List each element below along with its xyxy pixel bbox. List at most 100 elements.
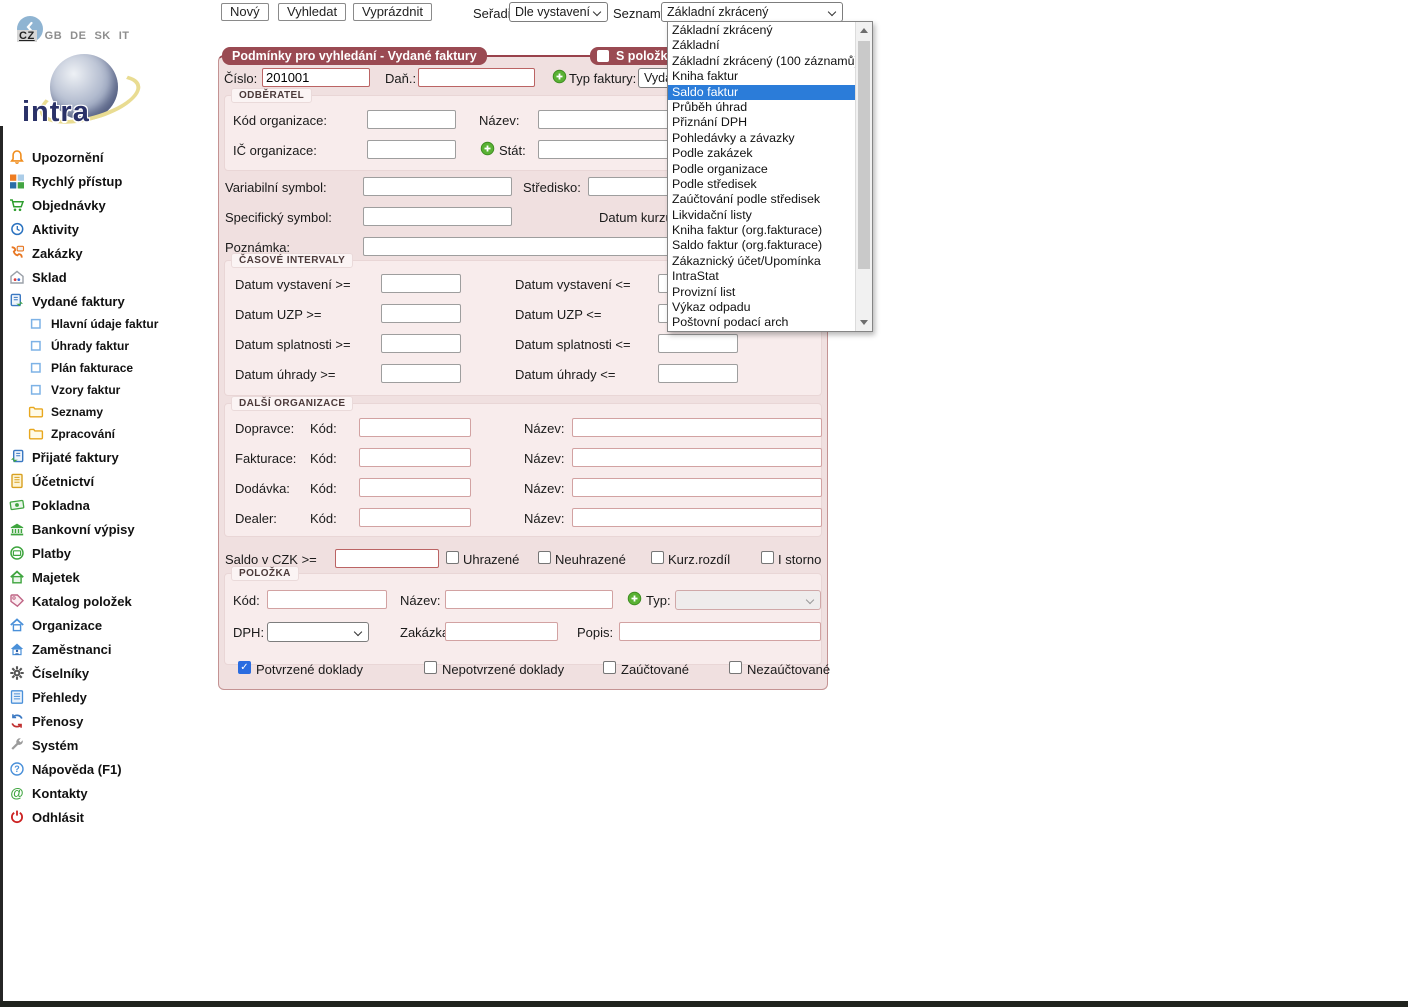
- sidebar-item[interactable]: Přenosy: [6, 709, 212, 733]
- variabilni-symbol-input[interactable]: [363, 177, 512, 196]
- sidebar-item[interactable]: Zpracování: [6, 423, 212, 445]
- zauctovane-checkbox[interactable]: [603, 661, 616, 674]
- sidebar-item[interactable]: ? Nápověda (F1): [6, 757, 212, 781]
- sidebar-item[interactable]: Zaměstnanci: [6, 637, 212, 661]
- datum-vystaveni-ge-input[interactable]: [381, 274, 461, 293]
- polozka-nazev-input[interactable]: [445, 590, 613, 609]
- sidebar-item[interactable]: Seznamy: [6, 401, 212, 423]
- datum-uhrady-le-input[interactable]: [658, 364, 738, 383]
- dopravce-kod-input[interactable]: [359, 418, 471, 437]
- dropdown-option[interactable]: Základní: [668, 38, 855, 53]
- search-button[interactable]: Vyhledat: [278, 3, 346, 21]
- datum-uhrady-ge-input[interactable]: [381, 364, 461, 383]
- plus-icon[interactable]: [552, 69, 567, 84]
- dropdown-option[interactable]: Poštovní podací arch: [668, 315, 855, 330]
- clear-button[interactable]: Vyprázdnit: [353, 3, 432, 21]
- sidebar-item[interactable]: Vzory faktur: [6, 379, 212, 401]
- dropdown-option[interactable]: Podle zakázek: [668, 146, 855, 161]
- dropdown-option[interactable]: Zákaznický účet/Upomínka: [668, 254, 855, 269]
- dropdown-option[interactable]: Základní zkrácený: [668, 23, 855, 38]
- sidebar-item[interactable]: @ Kontakty: [6, 781, 212, 805]
- datum-splatnosti-le-input[interactable]: [658, 334, 738, 353]
- language-item[interactable]: GB: [45, 30, 63, 42]
- dodavka-kod-input[interactable]: [359, 478, 471, 497]
- new-button[interactable]: Nový: [221, 3, 269, 21]
- popis-input[interactable]: [619, 622, 821, 641]
- sidebar-item[interactable]: Hlavní údaje faktur: [6, 313, 212, 335]
- cislo-input[interactable]: [262, 68, 370, 87]
- dan-input[interactable]: [418, 68, 535, 87]
- nepotvrzene-doklady-checkbox[interactable]: [424, 661, 437, 674]
- dropdown-option[interactable]: Podle středisek: [668, 177, 855, 192]
- sidebar-item[interactable]: Upozornění: [6, 145, 212, 169]
- neuhrazene-checkbox[interactable]: [538, 551, 551, 564]
- sidebar-item[interactable]: Číselníky: [6, 661, 212, 685]
- dropdown-option[interactable]: Saldo faktur (org.fakturace): [668, 238, 855, 253]
- sidebar-item[interactable]: Platby: [6, 541, 212, 565]
- sidebar-item[interactable]: Bankovní výpisy: [6, 517, 212, 541]
- dropdown-option[interactable]: Saldo faktur: [668, 85, 855, 100]
- sidebar-item[interactable]: Sklad: [6, 265, 212, 289]
- sidebar-item[interactable]: Přijaté faktury: [6, 445, 212, 469]
- sidebar-item[interactable]: Rychlý přístup: [6, 169, 212, 193]
- sidebar-item[interactable]: Účetnictví: [6, 469, 212, 493]
- polozka-typ-select[interactable]: [675, 590, 821, 610]
- i-storno-checkbox[interactable]: [761, 551, 774, 564]
- scrollbar-thumb[interactable]: [858, 41, 870, 269]
- dopravce-nazev-input[interactable]: [572, 418, 822, 437]
- sort-select[interactable]: Dle vystavení: [509, 2, 608, 22]
- sidebar-item[interactable]: Aktivity: [6, 217, 212, 241]
- kod-organizace-input[interactable]: [367, 110, 456, 129]
- sidebar-item[interactable]: Plán fakturace: [6, 357, 212, 379]
- ic-organizace-input[interactable]: [367, 140, 456, 159]
- sidebar-item[interactable]: Přehledy: [6, 685, 212, 709]
- dph-select[interactable]: [267, 622, 369, 642]
- dropdown-option[interactable]: Výkaz odpadu: [668, 300, 855, 315]
- dropdown-option[interactable]: Podle organizace: [668, 162, 855, 177]
- language-item[interactable]: CZ: [17, 30, 37, 42]
- dealer-nazev-input[interactable]: [572, 508, 822, 527]
- dropdown-option[interactable]: Přiznání DPH: [668, 115, 855, 130]
- dropdown-scrollbar[interactable]: [855, 22, 872, 331]
- scroll-up-icon[interactable]: [856, 22, 872, 39]
- dropdown-option[interactable]: Likvidační listy: [668, 208, 855, 223]
- lists-select[interactable]: Základní zkrácený: [661, 2, 843, 22]
- sidebar-item[interactable]: Vydané faktury: [6, 289, 212, 313]
- dropdown-option[interactable]: Kniha faktur (org.fakturace): [668, 223, 855, 238]
- dropdown-option[interactable]: Provizní list: [668, 285, 855, 300]
- dropdown-option[interactable]: Kniha faktur: [668, 69, 855, 84]
- sidebar-item[interactable]: Zakázky: [6, 241, 212, 265]
- potvrzene-doklady-checkbox[interactable]: [238, 661, 251, 674]
- dodavka-nazev-input[interactable]: [572, 478, 822, 497]
- fakturace-nazev-input[interactable]: [572, 448, 822, 467]
- uhrazene-checkbox[interactable]: [446, 551, 459, 564]
- sidebar-item[interactable]: Systém: [6, 733, 212, 757]
- sidebar-item[interactable]: Organizace: [6, 613, 212, 637]
- sidebar-item[interactable]: Objednávky: [6, 193, 212, 217]
- specificky-symbol-input[interactable]: [363, 207, 512, 226]
- saldo-input[interactable]: [335, 549, 439, 568]
- scroll-down-icon[interactable]: [856, 314, 872, 331]
- plus-icon[interactable]: [480, 141, 495, 156]
- sidebar-item[interactable]: Úhrady faktur: [6, 335, 212, 357]
- datum-splatnosti-ge-input[interactable]: [381, 334, 461, 353]
- dropdown-option[interactable]: IntraStat: [668, 269, 855, 284]
- sidebar-item[interactable]: Odhlásit: [6, 805, 212, 829]
- polozka-kod-input[interactable]: [267, 590, 387, 609]
- dropdown-option[interactable]: Základní zkrácený (100 záznamů): [668, 54, 855, 69]
- kurz-rozdil-checkbox[interactable]: [651, 551, 664, 564]
- nezauctovane-checkbox[interactable]: [729, 661, 742, 674]
- sidebar-item[interactable]: Pokladna: [6, 493, 212, 517]
- dropdown-option[interactable]: Pohledávky a závazky: [668, 131, 855, 146]
- dropdown-option[interactable]: Zaúčtování podle středisek: [668, 192, 855, 207]
- with-items-checkbox[interactable]: [597, 50, 609, 62]
- fakturace-kod-input[interactable]: [359, 448, 471, 467]
- sidebar-item[interactable]: Majetek: [6, 565, 212, 589]
- language-item[interactable]: DE: [70, 30, 86, 42]
- sidebar-item[interactable]: Katalog položek: [6, 589, 212, 613]
- dropdown-option[interactable]: Průběh úhrad: [668, 100, 855, 115]
- language-item[interactable]: IT: [119, 30, 130, 42]
- plus-icon[interactable]: [627, 591, 642, 606]
- zakazka-input[interactable]: [445, 622, 558, 641]
- language-item[interactable]: SK: [94, 30, 110, 42]
